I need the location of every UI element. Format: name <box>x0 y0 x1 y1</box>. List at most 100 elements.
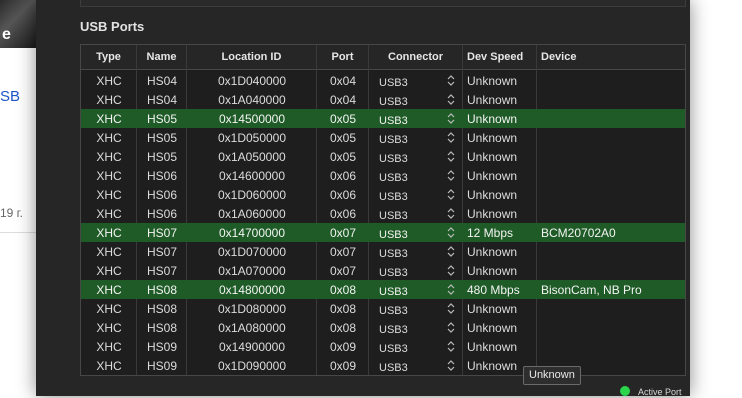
cell-type: XHC <box>96 340 122 354</box>
table-row[interactable]: XHC HS09 0x14900000 0x09 Unknown USB3 <box>81 337 685 356</box>
connector-select[interactable]: USB3 <box>369 109 463 128</box>
table-row[interactable]: XHC HS05 0x14500000 0x05 Unknown USB3 <box>81 109 685 128</box>
connector-select[interactable]: USB3 <box>369 280 463 299</box>
cell-device <box>537 204 685 223</box>
cell-location-id: 0x1A060000 <box>218 207 286 221</box>
cell-type: XHC <box>96 226 122 240</box>
column-header-device[interactable]: Device <box>537 45 685 69</box>
connector-select[interactable]: USB3 <box>369 223 463 242</box>
table-row[interactable]: XHC HS07 0x1D070000 0x07 Unknown USB3 <box>81 242 685 261</box>
cell-dev-speed: Unknown <box>467 302 518 316</box>
cell-location-id: 0x1A040000 <box>218 93 286 107</box>
cell-location-id: 0x14600000 <box>218 169 286 183</box>
table-header: Type Name Location ID Port Connector Dev… <box>81 45 685 70</box>
connector-select[interactable]: USB3 <box>369 204 463 223</box>
cell-dev-speed: 480 Mbps <box>467 283 520 297</box>
cell-port: 0x04 <box>329 74 357 88</box>
cell-type: XHC <box>96 169 122 183</box>
connector-select[interactable]: USB3 <box>369 71 463 90</box>
chevron-up-down-icon <box>447 74 455 87</box>
chevron-up-down-icon <box>447 340 455 353</box>
table-row[interactable]: XHC HS08 0x14800000 0x08 480 Mbps BisonCam, N… <box>81 280 685 299</box>
cell-dev-speed: 12 Mbps <box>467 226 514 240</box>
cell-name: HS06 <box>146 169 178 183</box>
chevron-up-down-icon <box>447 150 455 163</box>
cell-port: 0x09 <box>329 359 357 373</box>
connector-select[interactable]: USB3 <box>369 147 463 166</box>
usb-ports-table[interactable]: Type Name Location ID Port Connector Dev… <box>80 44 686 376</box>
cell-port: 0x04 <box>329 93 357 107</box>
cell-type: XHC <box>96 302 122 316</box>
cell-port: 0x08 <box>329 283 357 297</box>
table-row[interactable]: XHC HS04 0x1D040000 0x04 Unknown USB3 <box>81 71 685 90</box>
cell-name: HS09 <box>146 359 178 373</box>
connector-select[interactable]: USB3 <box>369 90 463 109</box>
cell-device <box>537 242 685 261</box>
cell-name: HS07 <box>146 264 178 278</box>
cell-device: BCM20702A0 <box>541 226 616 240</box>
cell-port: 0x05 <box>329 131 357 145</box>
active-port-dot-icon <box>620 386 630 396</box>
cell-device <box>537 337 685 356</box>
background-link[interactable]: SB <box>0 88 20 105</box>
cell-dev-speed: Unknown <box>467 93 518 107</box>
app-window: USB Ports Type Name Location ID Port Con… <box>36 0 690 397</box>
table-row[interactable]: XHC HS08 0x1D080000 0x08 Unknown USB3 <box>81 299 685 318</box>
column-header-dev-speed[interactable]: Dev Speed <box>463 45 537 69</box>
chevron-up-down-icon <box>447 226 455 239</box>
column-header-location-id[interactable]: Location ID <box>187 45 317 69</box>
cell-location-id: 0x1D060000 <box>217 188 287 202</box>
cell-location-id: 0x1A080000 <box>218 321 286 335</box>
cell-device <box>537 299 685 318</box>
column-header-port[interactable]: Port <box>317 45 369 69</box>
table-row[interactable]: XHC HS08 0x1A080000 0x08 Unknown USB3 <box>81 318 685 337</box>
connector-select[interactable]: USB3 <box>369 166 463 185</box>
table-row[interactable]: XHC HS05 0x1A050000 0x05 Unknown USB3 <box>81 147 685 166</box>
chevron-up-down-icon <box>447 188 455 201</box>
cell-location-id: 0x1D080000 <box>217 302 287 316</box>
cell-device <box>537 90 685 109</box>
table-row[interactable]: XHC HS06 0x14600000 0x06 Unknown USB3 <box>81 166 685 185</box>
cell-name: HS05 <box>146 131 178 145</box>
cell-location-id: 0x1D050000 <box>217 131 287 145</box>
table-row[interactable]: XHC HS04 0x1A040000 0x04 Unknown USB3 <box>81 90 685 109</box>
connector-select[interactable]: USB3 <box>369 318 463 337</box>
connector-select[interactable]: USB3 <box>369 337 463 356</box>
cell-port: 0x06 <box>329 169 357 183</box>
cell-dev-speed: Unknown <box>467 321 518 335</box>
background-thumbnail-image[interactable]: e <box>0 0 36 48</box>
cell-name: HS08 <box>146 283 178 297</box>
connector-select[interactable]: USB3 <box>369 299 463 318</box>
cell-dev-speed: Unknown <box>467 74 518 88</box>
background-thumbnail-text: e <box>2 26 11 43</box>
column-header-type[interactable]: Type <box>81 45 137 69</box>
table-row[interactable]: XHC HS06 0x1D060000 0x06 Unknown USB3 <box>81 185 685 204</box>
chevron-up-down-icon <box>447 131 455 144</box>
cell-type: XHC <box>96 283 122 297</box>
column-header-name[interactable]: Name <box>137 45 187 69</box>
table-row[interactable]: XHC HS07 0x14700000 0x07 12 Mbps BCM20702A0 US… <box>81 223 685 242</box>
table-row[interactable]: XHC HS07 0x1A070000 0x07 Unknown USB3 <box>81 261 685 280</box>
cell-port: 0x06 <box>329 188 357 202</box>
cell-location-id: 0x14500000 <box>218 112 286 126</box>
table-row[interactable]: XHC HS05 0x1D050000 0x05 Unknown USB3 <box>81 128 685 147</box>
cell-port: 0x06 <box>329 207 357 221</box>
connector-select[interactable]: USB3 <box>369 356 463 375</box>
cell-device <box>537 185 685 204</box>
cell-type: XHC <box>96 264 122 278</box>
table-row[interactable]: XHC HS06 0x1A060000 0x06 Unknown USB3 <box>81 204 685 223</box>
connector-select[interactable]: USB3 <box>369 261 463 280</box>
connector-select[interactable]: USB3 <box>369 185 463 204</box>
usb-ports-title: USB Ports <box>80 19 145 34</box>
connector-select[interactable]: USB3 <box>369 242 463 261</box>
cell-type: XHC <box>96 74 122 88</box>
cell-name: HS05 <box>146 112 178 126</box>
cell-dev-speed: Unknown <box>467 112 518 126</box>
cell-port: 0x08 <box>329 302 357 316</box>
cell-name: HS07 <box>146 245 178 259</box>
cell-port: 0x07 <box>329 245 357 259</box>
column-header-connector[interactable]: Connector <box>369 45 463 69</box>
cell-device <box>537 109 685 128</box>
table-row[interactable]: XHC HS09 0x1D090000 0x09 Unknown USB3 <box>81 356 685 375</box>
connector-select[interactable]: USB3 <box>369 128 463 147</box>
